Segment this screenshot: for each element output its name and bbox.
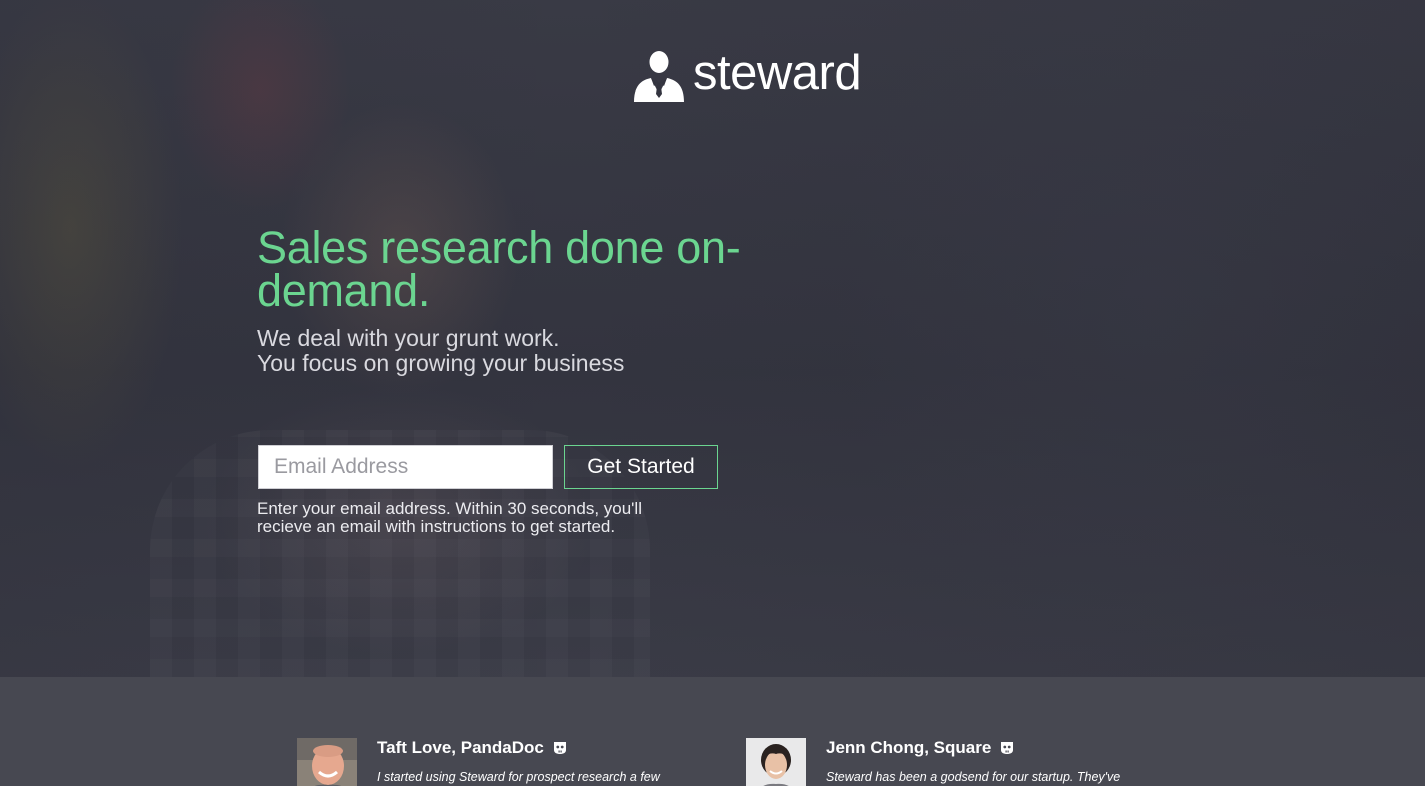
testimonial-quote: Steward has been a godsend for our start… [826,770,1121,784]
hint-line-1: Enter your email address. Within 30 seco… [257,499,642,518]
avatar [297,738,357,786]
avatar [746,738,806,786]
testimonial-quote: I started using Steward for prospect res… [377,770,660,784]
hint-line-2: recieve an email with instructions to ge… [257,517,616,536]
testimonial-author: Taft Love, PandaDoc [377,738,717,758]
page-subheadline: We deal with your grunt work. You focus … [257,326,624,376]
testimonial-card: Jenn Chong, Square Steward has been a go… [746,738,1166,786]
email-input[interactable] [258,445,553,489]
brand-logo[interactable]: steward [633,45,862,104]
businessman-icon [634,51,684,102]
get-started-button[interactable]: Get Started [564,445,718,489]
testimonial-author: Jenn Chong, Square [826,738,1166,758]
page-headline: Sales research done on-demand. [257,222,741,316]
author-name: Jenn Chong, Square [826,738,992,757]
email-hint-text: Enter your email address. Within 30 seco… [257,500,697,536]
testimonial-card: Taft Love, PandaDoc I started using Stew… [297,738,717,786]
subhead-line-1: We deal with your grunt work. [257,325,560,351]
avatar-photo [746,738,806,786]
hero-section: steward Sales research done on-demand. W… [0,0,1425,677]
author-name: Taft Love, PandaDoc [377,738,544,757]
testimonial-body: Jenn Chong, Square Steward has been a go… [826,738,1166,786]
testimonials-section: Taft Love, PandaDoc I started using Stew… [0,677,1425,786]
ghost-icon[interactable] [1000,741,1014,755]
subhead-line-2: You focus on growing your business [257,350,625,376]
landing-page: steward Sales research done on-demand. W… [0,0,1425,786]
avatar-photo [297,738,357,786]
testimonial-body: Taft Love, PandaDoc I started using Stew… [377,738,717,786]
brand-name: steward [693,45,862,100]
ghost-icon[interactable] [553,741,567,755]
